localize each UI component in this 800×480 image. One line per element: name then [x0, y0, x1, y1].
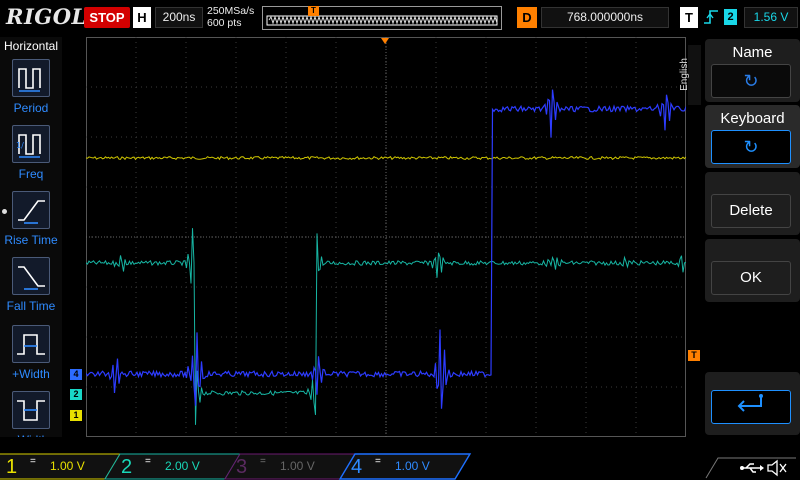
neg-width-icon — [12, 391, 50, 429]
ok-softkey[interactable]: OK — [705, 239, 800, 302]
measure-period-button[interactable]: Period — [0, 59, 62, 125]
ch4-number: 4 — [351, 456, 363, 478]
run-stop-indicator[interactable]: STOP — [84, 7, 130, 28]
speaker-mute-icon — [767, 459, 787, 477]
ch1-status[interactable]: 1 = 1.00 V — [0, 454, 110, 480]
keyboard-softkey[interactable]: Keyboard ↻ — [705, 105, 800, 168]
memory-depth: 600 pts — [207, 17, 242, 29]
rise-time-icon — [12, 191, 50, 229]
trigger-position-marker: T — [308, 6, 319, 16]
keyboard-label: Keyboard — [720, 110, 785, 127]
ch2-status[interactable]: 2 = 2.00 V — [115, 454, 230, 480]
horizontal-measure-menu: Horizontal Period 1/ Freq Rise Time Fall… — [0, 37, 62, 447]
ch4-status[interactable]: 4 = 1.00 V — [345, 454, 460, 480]
usb-icon — [740, 463, 764, 473]
freq-label: Freq — [18, 167, 44, 181]
memory-overview-strip: T — [262, 6, 502, 30]
ch2-number: 2 — [121, 456, 133, 478]
rotate-knob-icon: ↻ — [711, 64, 791, 98]
language-tab[interactable]: English — [679, 45, 701, 105]
graticule — [86, 37, 686, 437]
name-label: Name — [732, 44, 773, 61]
ch1-number: 1 — [6, 456, 18, 478]
measure-fall-time-button[interactable]: Fall Time — [0, 257, 62, 323]
fall-time-icon — [12, 257, 50, 295]
trigger-time-marker — [381, 38, 389, 44]
menu-title: Horizontal — [3, 39, 59, 53]
ch1-scale: 1.00 V — [50, 459, 85, 473]
trigger-badge: T — [680, 7, 698, 28]
rotate-knob-icon: ↻ — [711, 130, 791, 164]
delay-badge: D — [517, 7, 537, 28]
measure-pos-width-button[interactable]: +Width — [0, 325, 62, 391]
ch2-coupling: = — [145, 456, 151, 467]
ch1-coupling: = — [30, 456, 36, 467]
ch4-coupling: = — [375, 456, 381, 467]
ch4-scale: 1.00 V — [395, 459, 430, 473]
acquisition-info: 250MSa/s 600 pts — [207, 5, 254, 29]
channel-status-bar: 1 = 1.00 V 2 = 2.00 V 3 = 1.00 V 4 = 1.0… — [0, 437, 800, 480]
ch3-coupling: = — [260, 456, 266, 467]
ok-label: OK — [711, 261, 791, 295]
horizontal-badge: H — [133, 7, 151, 28]
language-label: English — [678, 58, 690, 91]
delete-label: Delete — [711, 194, 791, 228]
ch3-number: 3 — [236, 456, 248, 478]
top-status-bar: RIGOL STOP H 200ns 250MSa/s 600 pts T D … — [0, 0, 800, 36]
svg-text:1/: 1/ — [16, 141, 24, 150]
ch2-level-marker[interactable]: 2 — [70, 389, 82, 400]
enter-softkey[interactable] — [705, 372, 800, 435]
status-icons — [700, 454, 800, 480]
ch2-scale: 2.00 V — [165, 459, 200, 473]
enter-icon — [711, 390, 791, 424]
ch3-scale: 1.00 V — [280, 459, 315, 473]
rise-time-label: Rise Time — [4, 233, 58, 247]
trigger-level-readout[interactable]: 1.56 V — [744, 7, 798, 28]
trigger-source-badge: 2 — [724, 9, 737, 25]
ch1-level-marker[interactable]: 1 — [70, 410, 82, 421]
waveform-display[interactable] — [86, 37, 686, 437]
ch3-status[interactable]: 3 = 1.00 V — [230, 454, 345, 480]
measure-rise-time-button[interactable]: Rise Time — [0, 191, 62, 257]
sample-rate: 250MSa/s — [207, 5, 255, 17]
delete-softkey[interactable]: Delete — [705, 172, 800, 235]
ch4-level-marker[interactable]: 4 — [70, 369, 82, 380]
horizontal-delay-readout[interactable]: 768.000000ns — [541, 7, 669, 28]
fall-time-label: Fall Time — [6, 299, 56, 313]
rigol-logo: RIGOL — [6, 4, 87, 29]
softkey-menu: English Name ↻ Keyboard ↻ Delete OK — [679, 37, 800, 437]
trigger-level-marker[interactable]: T — [688, 350, 700, 361]
name-softkey[interactable]: Name ↻ — [705, 39, 800, 102]
measure-freq-button[interactable]: 1/ Freq — [0, 125, 62, 191]
pos-width-icon — [12, 325, 50, 363]
period-icon — [12, 59, 50, 97]
freq-icon: 1/ — [12, 125, 50, 163]
timebase-readout[interactable]: 200ns — [155, 7, 203, 28]
rising-edge-icon — [703, 8, 719, 29]
pos-width-label: +Width — [12, 367, 50, 381]
period-label: Period — [13, 101, 49, 115]
memory-waveform-overview — [266, 15, 498, 26]
